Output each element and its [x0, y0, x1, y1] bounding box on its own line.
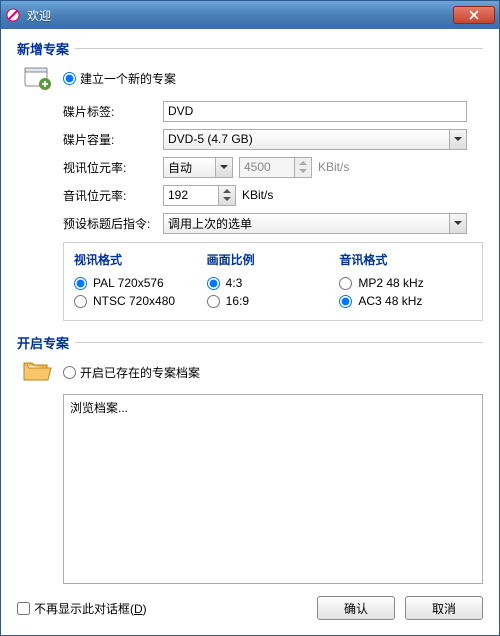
- aspect-43-radio[interactable]: 4:3: [207, 276, 340, 290]
- open-project-group: 开启专案 开启已存在的专案档案 浏览档案...: [17, 333, 483, 584]
- audio-bitrate-unit: KBit/s: [242, 188, 273, 202]
- create-project-radio[interactable]: 建立一个新的专案: [63, 70, 176, 87]
- welcome-dialog: 欢迎 新增专案 建立一个新的专案 碟片标签:: [0, 0, 500, 636]
- open-folder-icon: [21, 356, 53, 388]
- video-bitrate-label: 视讯位元率:: [63, 159, 163, 176]
- video-format-title: 视讯格式: [74, 251, 207, 268]
- divider: [17, 48, 483, 49]
- dialog-content: 新增专案 建立一个新的专案 碟片标签: 碟片容量: DV: [1, 29, 499, 591]
- open-project-radio-input[interactable]: [63, 366, 76, 379]
- create-project-row: 建立一个新的专案: [17, 62, 483, 94]
- cancel-button[interactable]: 取消: [405, 596, 483, 620]
- audio-mp2-radio[interactable]: MP2 48 kHz: [339, 276, 472, 290]
- spinner-icon[interactable]: [218, 185, 236, 206]
- file-list[interactable]: 浏览档案...: [63, 394, 483, 584]
- divider: [17, 342, 483, 343]
- open-project-radio[interactable]: 开启已存在的专案档案: [63, 364, 200, 381]
- create-project-radio-label: 建立一个新的专案: [80, 70, 176, 87]
- audio-bitrate-label: 音讯位元率:: [63, 187, 163, 204]
- browse-files-item[interactable]: 浏览档案...: [70, 399, 476, 416]
- new-project-group: 新增专案 建立一个新的专案 碟片标签: 碟片容量: DV: [17, 39, 483, 325]
- dialog-footer: 不再显示此对话框(D) 确认 取消: [1, 591, 499, 635]
- open-project-title: 开启专案: [17, 333, 75, 352]
- chevron-down-icon[interactable]: [449, 129, 467, 150]
- disc-capacity-label: 碟片容量:: [63, 131, 163, 148]
- close-button[interactable]: [453, 6, 495, 24]
- post-cmd-value: 调用上次的选单: [163, 213, 450, 234]
- create-project-radio-input[interactable]: [63, 72, 76, 85]
- video-bitrate-unit: KBit/s: [318, 160, 349, 174]
- video-ntsc-radio[interactable]: NTSC 720x480: [74, 294, 207, 308]
- new-project-form: 碟片标签: 碟片容量: DVD-5 (4.7 GB) 视讯位元率: 自动: [63, 100, 483, 234]
- disc-label-input[interactable]: [163, 101, 467, 122]
- disc-label-label: 碟片标签:: [63, 103, 163, 120]
- audio-format-title: 音讯格式: [339, 251, 472, 268]
- spinner-icon: [294, 157, 312, 178]
- post-cmd-label: 预设标题后指令:: [63, 215, 163, 232]
- post-cmd-select[interactable]: 调用上次的选单: [163, 213, 467, 234]
- format-box: 视讯格式 PAL 720x576 NTSC 720x480 画面比例 4:3 1…: [63, 242, 483, 321]
- app-icon: [5, 7, 21, 23]
- disc-capacity-select[interactable]: DVD-5 (4.7 GB): [163, 129, 467, 150]
- ok-button[interactable]: 确认: [317, 596, 395, 620]
- chevron-down-icon[interactable]: [449, 213, 467, 234]
- aspect-col: 画面比例 4:3 16:9: [207, 251, 340, 312]
- disc-capacity-value: DVD-5 (4.7 GB): [163, 129, 450, 150]
- audio-ac3-radio[interactable]: AC3 48 kHz: [339, 294, 472, 308]
- aspect-169-radio[interactable]: 16:9: [207, 294, 340, 308]
- video-bitrate-mode-value: 自动: [163, 157, 216, 178]
- dont-show-checkbox-input[interactable]: [17, 602, 30, 615]
- window-title: 欢迎: [27, 7, 453, 24]
- open-project-row: 开启已存在的专案档案: [17, 356, 483, 388]
- new-project-icon: [21, 62, 53, 94]
- video-format-col: 视讯格式 PAL 720x576 NTSC 720x480: [74, 251, 207, 312]
- new-project-title: 新增专案: [17, 39, 75, 58]
- open-project-radio-label: 开启已存在的专案档案: [80, 364, 200, 381]
- video-bitrate-mode-select[interactable]: 自动: [163, 157, 233, 178]
- video-bitrate-input: [239, 157, 295, 178]
- chevron-down-icon[interactable]: [215, 157, 233, 178]
- audio-format-col: 音讯格式 MP2 48 kHz AC3 48 kHz: [339, 251, 472, 312]
- audio-bitrate-input[interactable]: [163, 185, 219, 206]
- video-pal-radio[interactable]: PAL 720x576: [74, 276, 207, 290]
- aspect-title: 画面比例: [207, 251, 340, 268]
- dont-show-checkbox[interactable]: 不再显示此对话框(D): [17, 600, 307, 617]
- titlebar[interactable]: 欢迎: [1, 1, 499, 29]
